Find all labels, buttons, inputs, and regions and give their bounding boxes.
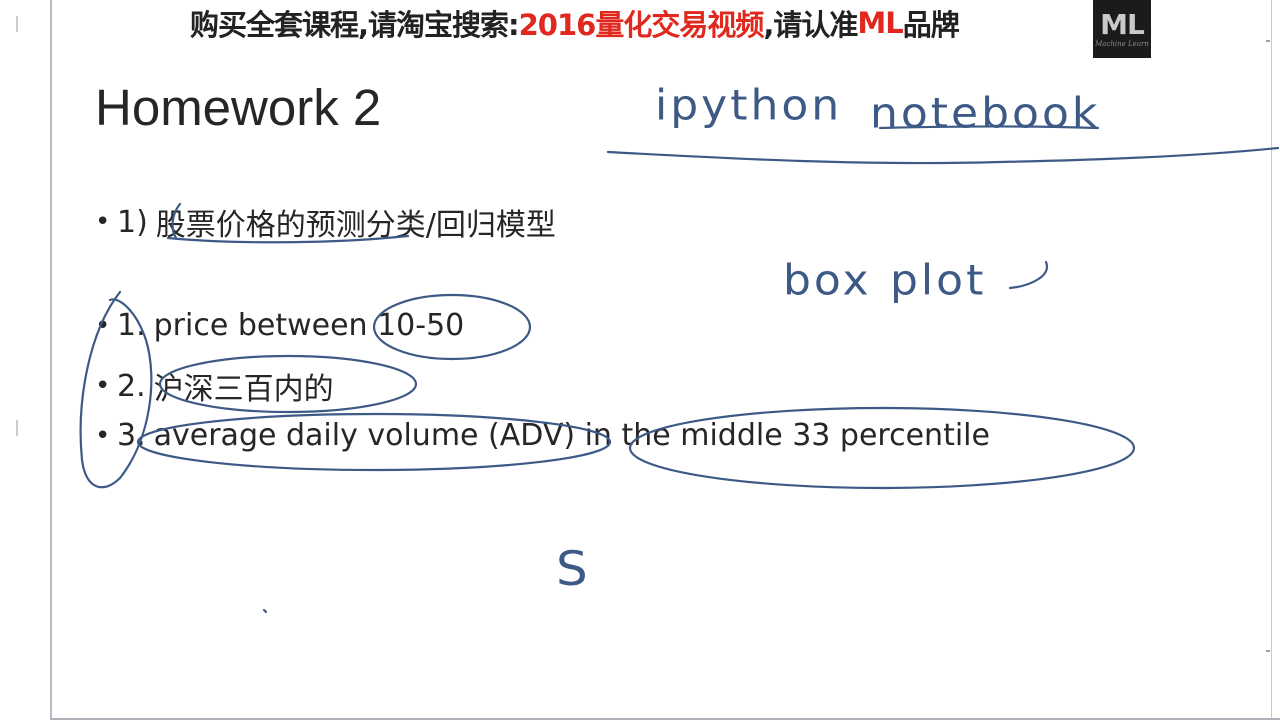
slide-title: Homework 2: [95, 79, 382, 136]
promo-banner: 购买全套课程,请淘宝搜索: 2016量化交易视频 ,请认准 ML 品牌: [190, 3, 960, 43]
bullet-text: average daily volume (ADV) in the middle…: [153, 418, 990, 453]
gutter-mark: [16, 420, 18, 436]
bullet-item-2: • 1. price between 10-50: [95, 308, 464, 343]
banner-text-5: 品牌: [902, 8, 960, 42]
handwriting-plot: plot: [890, 256, 987, 305]
bullet-number: 1): [117, 204, 148, 240]
bullet-dot: •: [95, 420, 111, 451]
bullet-number: 2.: [117, 368, 146, 404]
left-gutter: [0, 0, 50, 720]
banner-text-4: ML: [857, 6, 903, 40]
logo-subtext: Machine Learn: [1095, 39, 1149, 48]
handwriting-box: box: [783, 256, 872, 305]
underline-stroke: [606, 146, 1280, 165]
bullet-item-4: • 3. average daily volume (ADV) in the m…: [95, 418, 990, 453]
bullet-dot: •: [95, 371, 111, 401]
scrollbar-track[interactable]: [1271, 0, 1272, 720]
ml-logo: ML Machine Learn: [1093, 0, 1151, 58]
bullet-item-1: • 1) 股票价格的预测分类/回归模型: [95, 200, 556, 244]
banner-text-3: ,请认准: [763, 8, 858, 42]
handwriting-s: S: [556, 541, 591, 597]
bullet-text: 股票价格的预测分类/回归模型: [155, 208, 556, 243]
banner-text-1: 购买全套课程,请淘宝搜索:: [190, 8, 520, 42]
curl-stroke: [1008, 260, 1049, 290]
bullet-item-3: • 2. 沪深三百内的: [95, 364, 334, 408]
gutter-mark: [16, 16, 18, 32]
bullet-number: 3.: [117, 418, 146, 453]
bullet-number: 1.: [117, 308, 146, 343]
stray-dot: [262, 608, 268, 614]
handwriting-notebook: notebook: [870, 89, 1101, 138]
bullet-text: price between 10-50: [153, 308, 465, 343]
handwriting-ipython: ipython: [655, 81, 843, 130]
scrollbar-tick: [1266, 40, 1270, 42]
window-border-left: [50, 0, 52, 720]
bullet-text: 沪深三百内的: [153, 372, 334, 407]
banner-text-2: 2016量化交易视频: [518, 8, 765, 42]
bullet-dot: •: [95, 310, 111, 341]
slide-canvas: 购买全套课程,请淘宝搜索: 2016量化交易视频 ,请认准 ML 品牌 ML M…: [0, 0, 1280, 720]
bullet-dot: •: [95, 207, 111, 237]
scrollbar-tick: [1266, 650, 1270, 652]
logo-text: ML: [1100, 7, 1145, 41]
